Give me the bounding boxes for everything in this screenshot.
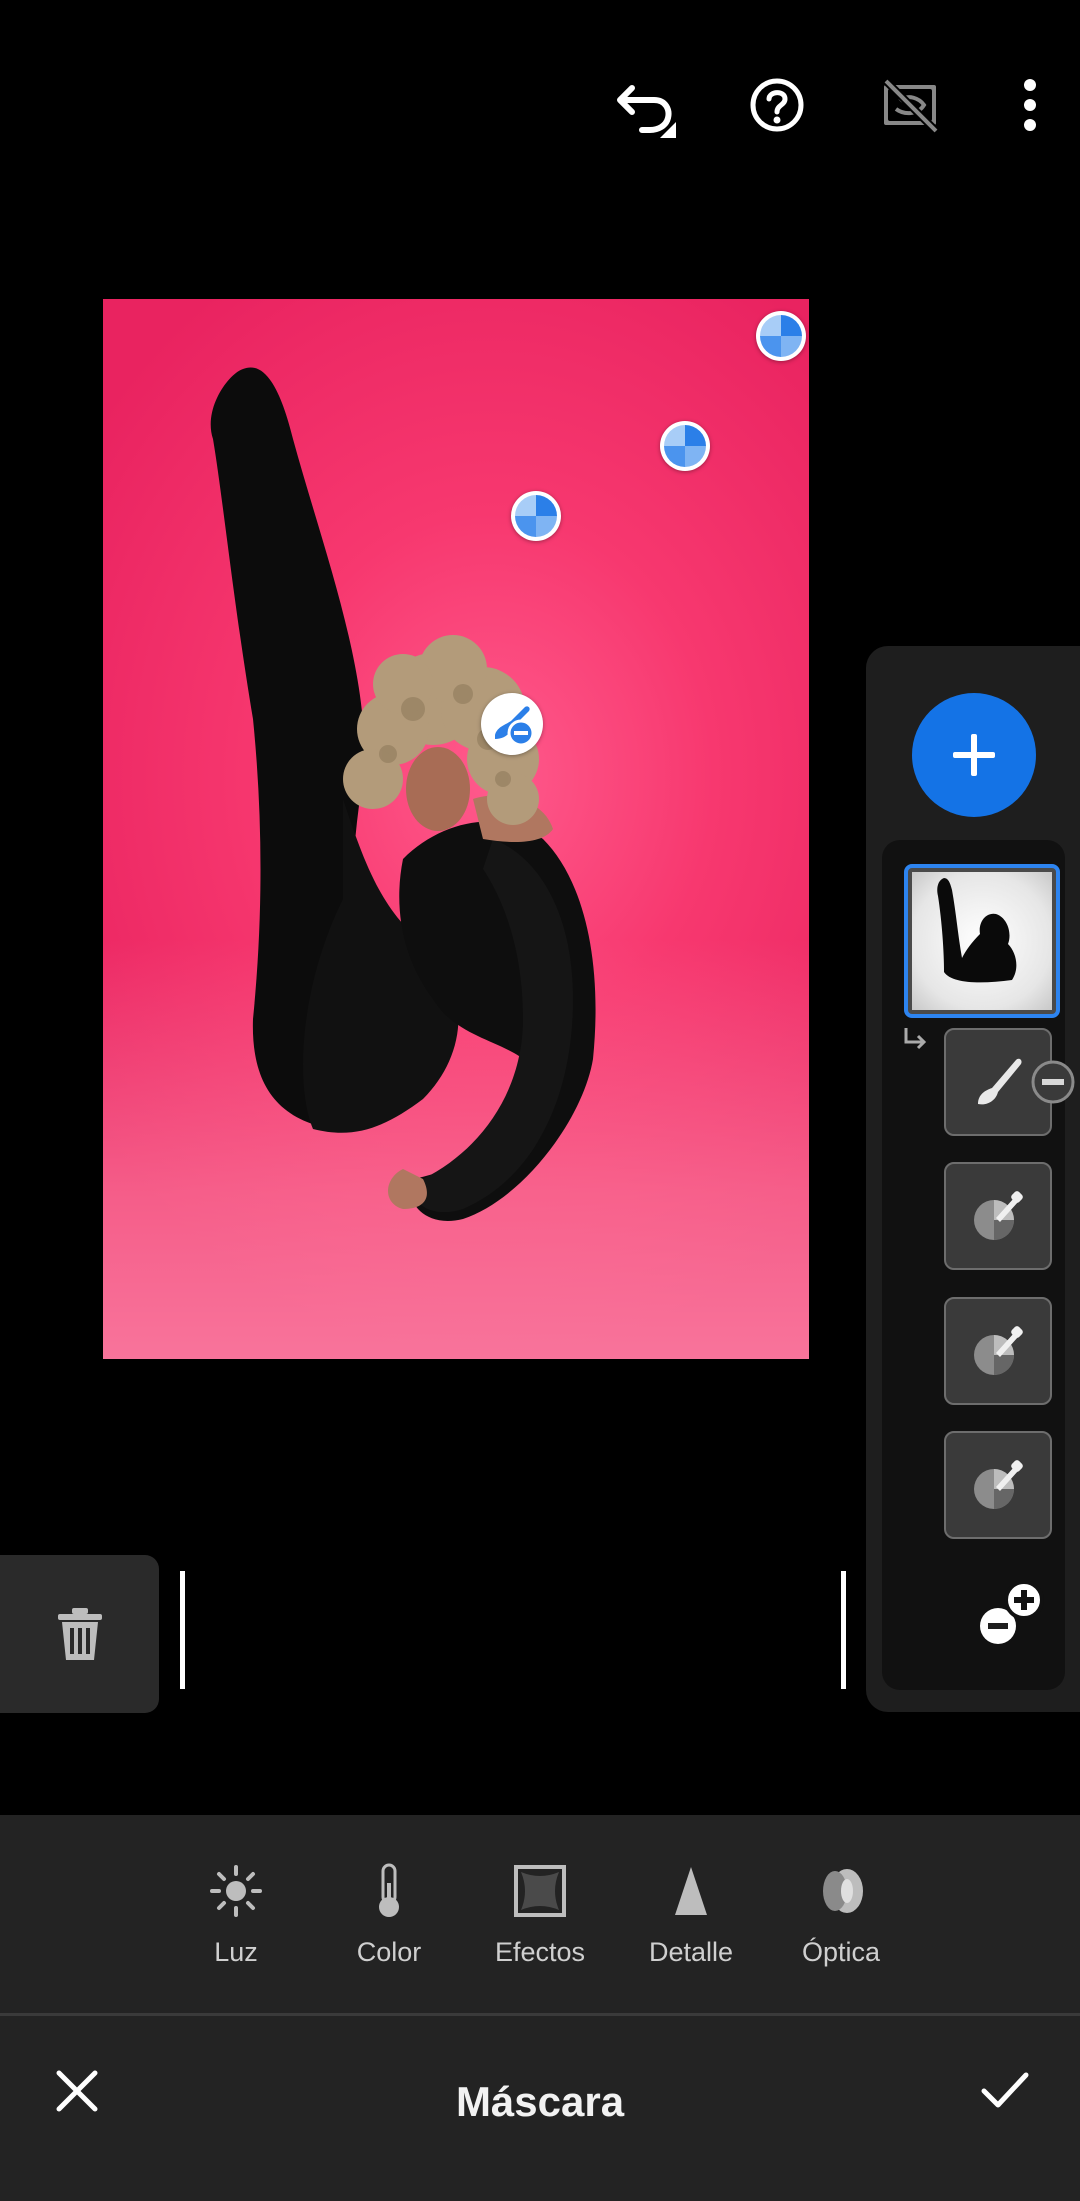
trash-icon bbox=[57, 1608, 102, 1660]
tool-color[interactable]: Color bbox=[314, 1815, 464, 2013]
mask-pin[interactable] bbox=[660, 421, 710, 471]
thermometer-icon bbox=[359, 1861, 419, 1921]
help-icon[interactable] bbox=[742, 70, 812, 140]
tool-luz[interactable]: Luz bbox=[161, 1815, 311, 2013]
cancel-button[interactable] bbox=[44, 2058, 110, 2124]
vignette-icon bbox=[510, 1861, 570, 1921]
hide-overlay-icon[interactable] bbox=[875, 70, 945, 140]
color-range-mask-item[interactable] bbox=[944, 1431, 1052, 1539]
tool-label: Luz bbox=[214, 1937, 258, 1967]
delete-mask-button[interactable] bbox=[0, 1555, 159, 1713]
tool-label: Óptica bbox=[801, 1937, 881, 1967]
mask-thumbnail[interactable] bbox=[904, 864, 1060, 1018]
tool-efectos[interactable]: Efectos bbox=[465, 1815, 615, 2013]
mask-pin[interactable] bbox=[756, 311, 806, 361]
subtract-badge-icon bbox=[1030, 1059, 1076, 1110]
tool-label: Detalle bbox=[648, 1937, 734, 1967]
triangle-icon bbox=[661, 1861, 721, 1921]
more-options-icon[interactable] bbox=[995, 70, 1065, 140]
color-range-mask-item[interactable] bbox=[944, 1297, 1052, 1405]
tool-detalle[interactable]: Detalle bbox=[616, 1815, 766, 2013]
tool-bar: Luz Color Efectos Detalle Óptica bbox=[0, 1815, 1080, 2013]
crop-guide-right bbox=[841, 1571, 846, 1689]
tool-label: Color bbox=[356, 1937, 422, 1967]
sun-icon bbox=[206, 1861, 266, 1921]
check-icon bbox=[981, 2072, 1029, 2108]
lens-icon bbox=[811, 1861, 871, 1921]
action-bar: Máscara bbox=[0, 2016, 1080, 2201]
add-mask-button[interactable] bbox=[912, 693, 1036, 817]
page-title: Máscara bbox=[455, 2078, 625, 2125]
tool-optica[interactable]: Óptica bbox=[766, 1815, 916, 2013]
crop-guide-left bbox=[180, 1571, 185, 1689]
subitem-arrow-icon bbox=[900, 1024, 930, 1059]
add-subtract-icon[interactable] bbox=[976, 1580, 1046, 1655]
tool-label: Efectos bbox=[494, 1937, 586, 1967]
confirm-button[interactable] bbox=[972, 2058, 1038, 2124]
close-icon bbox=[56, 2070, 98, 2112]
color-range-mask-item[interactable] bbox=[944, 1162, 1052, 1270]
undo-icon[interactable] bbox=[612, 70, 682, 140]
brush-subtract-pin[interactable] bbox=[481, 693, 543, 755]
mask-pin[interactable] bbox=[511, 491, 561, 541]
photo-canvas[interactable] bbox=[103, 299, 809, 1359]
